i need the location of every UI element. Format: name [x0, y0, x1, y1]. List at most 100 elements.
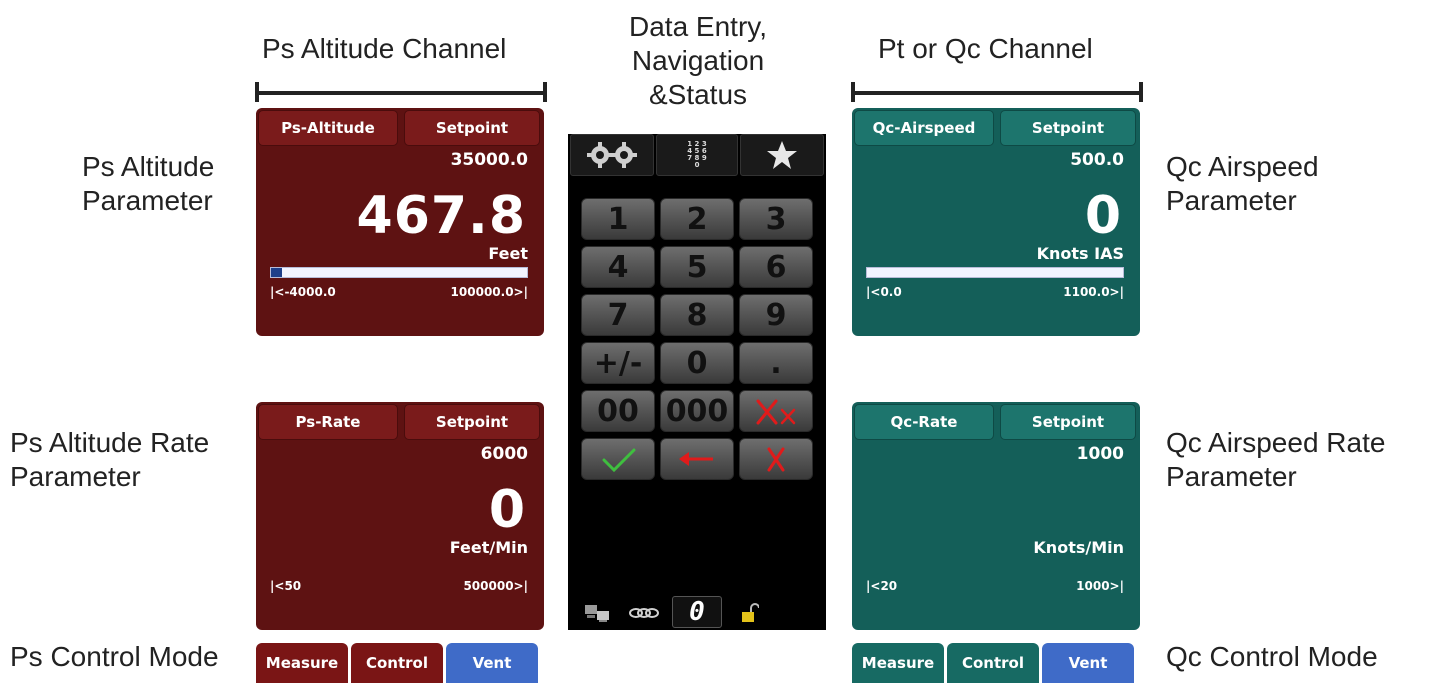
label-ps-altitude-line1: Ps Altitude — [82, 151, 215, 182]
header-ps-altitude-channel: Ps Altitude Channel — [262, 33, 507, 64]
ps-rate-setpoint-value[interactable]: 6000 — [481, 444, 528, 464]
qc-rate-setpoint-button[interactable]: Setpoint — [1000, 404, 1136, 440]
ps-rate-panel: Ps-Rate Setpoint 6000 0 Feet/Min |<50 50… — [256, 402, 544, 630]
label-ps-control-mode: Ps Control Mode — [10, 641, 219, 672]
ps-altitude-name-button[interactable]: Ps-Altitude — [258, 110, 398, 146]
label-qc-rate-line1: Qc Airspeed Rate — [1166, 427, 1386, 458]
ps-altitude-panel: Ps-Altitude Setpoint 35000.0 467.8 Feet … — [256, 108, 544, 336]
ps-vent-tab[interactable]: Vent — [446, 643, 538, 683]
label-ps-rate-parameter: Ps Altitude Rate Parameter — [10, 426, 209, 494]
header-data-entry-line3: &Status — [648, 79, 748, 110]
key-8[interactable]: 8 — [660, 294, 734, 336]
cancel-button[interactable] — [739, 438, 813, 480]
numpad-toggle-button[interactable]: 1 2 3 4 5 6 7 8 9 0 — [656, 134, 738, 176]
qc-airspeed-units[interactable]: Knots IAS — [1037, 244, 1124, 263]
computers-icon — [585, 605, 609, 622]
key-2[interactable]: 2 — [660, 198, 734, 240]
label-qc-airspeed-line1: Qc Airspeed — [1166, 151, 1319, 182]
status-value: 0 — [689, 597, 705, 627]
qc-airspeed-setpoint-value[interactable]: 500.0 — [1070, 150, 1124, 170]
star-icon — [767, 141, 797, 169]
key-3[interactable]: 3 — [739, 198, 813, 240]
cancel-x-icon — [767, 447, 785, 472]
ps-altitude-setpoint-value[interactable]: 35000.0 — [451, 150, 528, 170]
ps-rate-range-max: 500000>| — [463, 579, 528, 593]
keypad-panel: 1 2 3 4 5 6 7 8 9 0 1 2 3 4 5 6 7 8 9 +/… — [568, 134, 826, 630]
qc-airspeed-range-bar — [866, 267, 1124, 278]
ps-rate-reading: 0 — [488, 480, 526, 540]
ps-altitude-range-bar — [270, 267, 528, 278]
key-00[interactable]: 00 — [581, 390, 655, 432]
key-6[interactable]: 6 — [739, 246, 813, 288]
qc-measure-tab[interactable]: Measure — [852, 643, 944, 683]
numpad-row4: 0 — [694, 161, 700, 169]
header-pt-qc-channel: Pt or Qc Channel — [878, 33, 1093, 64]
ps-altitude-range-fill — [271, 268, 282, 277]
qc-rate-name-button[interactable]: Qc-Rate — [854, 404, 994, 440]
ps-control-mode-bar: Measure Control Vent — [256, 639, 544, 683]
ps-altitude-reading: 467.8 — [356, 186, 526, 246]
header-data-entry: Data Entry, Navigation &Status — [598, 10, 798, 112]
clear-all-icon — [756, 399, 796, 425]
qc-airspeed-setpoint-button[interactable]: Setpoint — [1000, 110, 1136, 146]
status-value-box[interactable]: 0 — [672, 596, 722, 628]
ps-altitude-range-min: |<-4000.0 — [270, 285, 336, 299]
label-qc-airspeed-parameter: Qc Airspeed Parameter — [1166, 150, 1319, 218]
gears-icon — [587, 142, 637, 168]
ps-rate-name-button[interactable]: Ps-Rate — [258, 404, 398, 440]
key-1[interactable]: 1 — [581, 198, 655, 240]
ps-altitude-units[interactable]: Feet — [488, 244, 528, 263]
key-5[interactable]: 5 — [660, 246, 734, 288]
ps-measure-tab[interactable]: Measure — [256, 643, 348, 683]
key-7[interactable]: 7 — [581, 294, 655, 336]
key-decimal[interactable]: . — [739, 342, 813, 384]
ps-altitude-setpoint-button[interactable]: Setpoint — [404, 110, 540, 146]
header-data-entry-line2: Navigation — [631, 45, 765, 76]
checkmark-icon — [602, 448, 636, 473]
clear-all-button[interactable] — [739, 390, 813, 432]
qc-rate-units[interactable]: Knots/Min — [1033, 538, 1124, 557]
link-status-indicator[interactable] — [626, 602, 662, 624]
label-qc-rate-parameter: Qc Airspeed Rate Parameter — [1166, 426, 1385, 494]
favorites-button[interactable] — [740, 134, 824, 176]
lock-status-indicator[interactable] — [738, 602, 762, 624]
settings-button[interactable] — [570, 134, 654, 176]
remote-status-indicator[interactable] — [582, 602, 612, 624]
qc-airspeed-name-button[interactable]: Qc-Airspeed — [854, 110, 994, 146]
backspace-button[interactable] — [660, 438, 734, 480]
qc-rate-panel: Qc-Rate Setpoint 1000 Knots/Min |<20 100… — [852, 402, 1140, 630]
qc-rate-setpoint-value[interactable]: 1000 — [1077, 444, 1124, 464]
ps-control-tab[interactable]: Control — [351, 643, 443, 683]
ps-rate-units[interactable]: Feet/Min — [450, 538, 528, 557]
qc-control-mode-bar: Measure Control Vent — [852, 639, 1140, 683]
label-qc-airspeed-line2: Parameter — [1166, 185, 1297, 216]
label-ps-altitude-line2: Parameter — [82, 185, 213, 216]
left-arrow-icon — [679, 452, 713, 466]
key-000[interactable]: 000 — [660, 390, 734, 432]
qc-vent-tab[interactable]: Vent — [1042, 643, 1134, 683]
label-qc-rate-line2: Parameter — [1166, 461, 1297, 492]
key-0[interactable]: 0 — [660, 342, 734, 384]
qc-rate-range-min: |<20 — [866, 579, 898, 593]
ps-altitude-range-max: 100000.0>| — [450, 285, 528, 299]
chain-link-icon — [629, 608, 659, 618]
qc-control-tab[interactable]: Control — [947, 643, 1039, 683]
qc-airspeed-range-max: 1100.0>| — [1063, 285, 1124, 299]
ps-channel-bracket — [255, 82, 547, 102]
unlocked-padlock-icon — [742, 603, 759, 622]
qc-rate-range-max: 1000>| — [1076, 579, 1124, 593]
label-ps-rate-line1: Ps Altitude Rate — [10, 427, 210, 458]
ps-rate-range-min: |<50 — [270, 579, 302, 593]
header-data-entry-line1: Data Entry, — [629, 11, 767, 42]
qc-airspeed-panel: Qc-Airspeed Setpoint 500.0 0 Knots IAS |… — [852, 108, 1140, 336]
key-plus-minus[interactable]: +/- — [581, 342, 655, 384]
ps-rate-setpoint-button[interactable]: Setpoint — [404, 404, 540, 440]
label-ps-altitude-parameter: Ps Altitude Parameter — [82, 150, 214, 218]
qc-airspeed-reading: 0 — [1084, 186, 1122, 246]
key-9[interactable]: 9 — [739, 294, 813, 336]
label-qc-control-mode: Qc Control Mode — [1166, 641, 1378, 672]
qc-airspeed-range-min: |<0.0 — [866, 285, 902, 299]
key-4[interactable]: 4 — [581, 246, 655, 288]
enter-button[interactable] — [581, 438, 655, 480]
label-ps-rate-line2: Parameter — [10, 461, 141, 492]
